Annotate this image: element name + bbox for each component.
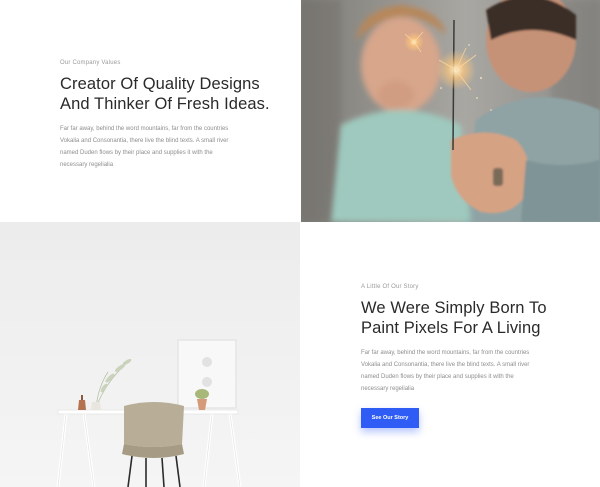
story-heading: We Were Simply Born To Paint Pixels For …	[361, 298, 561, 338]
story-paragraph: Far far away, behind the word mountains,…	[361, 347, 561, 395]
story-heading-line-1: We Were Simply Born To	[361, 299, 547, 317]
story-paragraph-line-3: named Duden flows by their place and sup…	[361, 374, 514, 380]
values-section: Our Company Values Creator Of Quality De…	[0, 0, 600, 222]
desk-photo-illustration	[0, 222, 300, 487]
values-heading: Creator Of Quality Designs And Thinker O…	[60, 74, 290, 114]
values-paragraph-line-2: Vokalia and Consonantia, there live the …	[60, 138, 229, 144]
sparkler-photo	[301, 0, 600, 222]
story-paragraph-line-2: Vokalia and Consonantia, there live the …	[361, 362, 530, 368]
values-paragraph: Far far away, behind the word mountains,…	[60, 123, 290, 171]
desk-photo	[0, 222, 300, 487]
values-heading-line-1: Creator Of Quality Designs	[60, 75, 260, 93]
see-our-story-button[interactable]: See Our Story	[361, 408, 419, 428]
story-paragraph-line-1: Far far away, behind the word mountains,…	[361, 350, 530, 356]
story-eyebrow: A Little Of Our Story	[361, 284, 419, 290]
values-paragraph-line-4: necessary regelialia	[60, 162, 114, 168]
story-heading-line-2: Paint Pixels For A Living	[361, 319, 541, 337]
values-paragraph-line-1: Far far away, behind the word mountains,…	[60, 126, 229, 132]
sparkler-photo-illustration	[301, 0, 600, 222]
story-paragraph-line-4: necessary regelialia	[361, 386, 415, 392]
values-text-block: Our Company Values Creator Of Quality De…	[60, 60, 290, 171]
values-paragraph-line-3: named Duden flows by their place and sup…	[60, 150, 213, 156]
values-eyebrow: Our Company Values	[60, 60, 121, 66]
values-heading-line-2: And Thinker Of Fresh Ideas.	[60, 95, 270, 113]
story-text-block: A Little Of Our Story We Were Simply Bor…	[361, 284, 561, 395]
